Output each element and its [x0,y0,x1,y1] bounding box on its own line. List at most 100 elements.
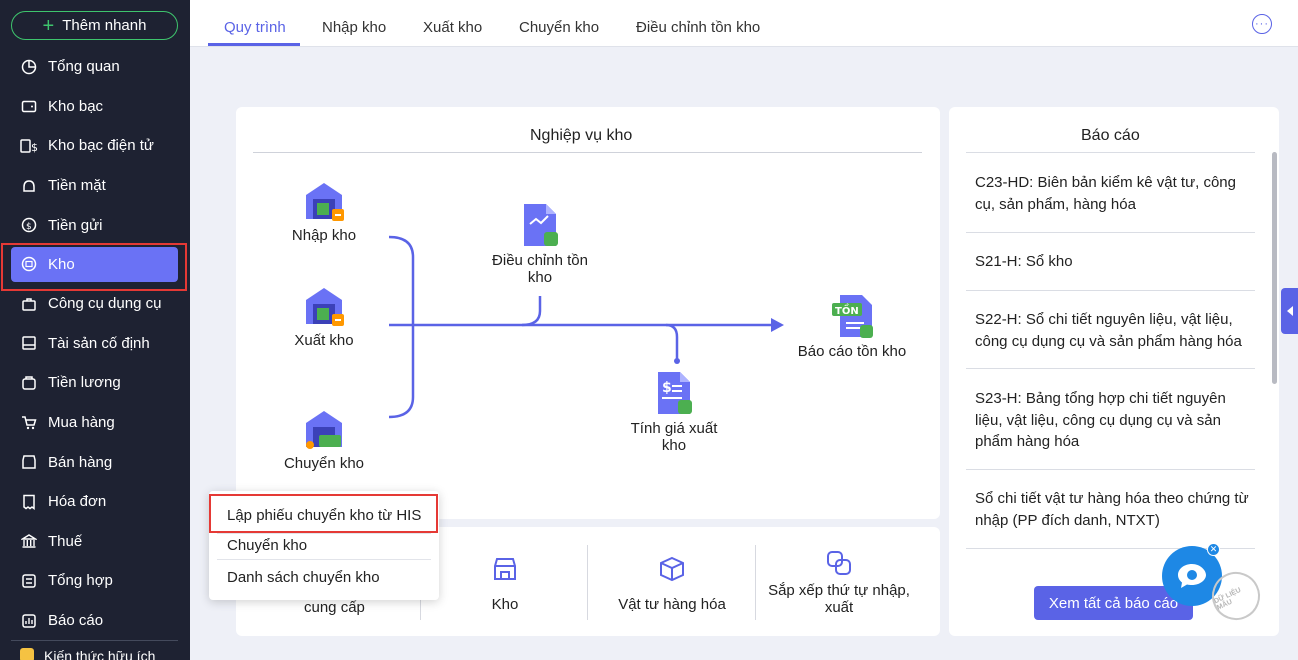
report-separator [966,368,1255,369]
warehouse-export-icon [306,288,344,326]
tab-process[interactable]: Quy trình [224,19,286,36]
node-adjust-stock[interactable]: Điều chỉnh tồn kho [485,202,595,286]
node-transfer[interactable]: Chuyển kho [280,407,368,472]
menu-separator [217,533,431,534]
report-separator [966,152,1255,153]
more-options-icon[interactable]: ··· [1252,14,1272,34]
sidebar-item-reports[interactable]: Báo cáo [0,601,190,641]
cash-icon [20,177,38,195]
invoice-icon [20,493,38,511]
asset-icon [20,334,38,352]
sidebar-item-label: Tài sản cố định [48,334,150,352]
svg-text:$: $ [662,380,672,396]
quick-add-label: Thêm nhanh [62,17,147,34]
tab-import[interactable]: Nhập kho [322,19,386,36]
svg-text:$: $ [31,141,38,154]
sidebar-item-tax[interactable]: Thuế [0,522,190,562]
shortcut-divider [587,545,588,620]
sidebar-item-knowledge[interactable]: Kiến thức hữu ích [20,648,155,660]
sidebar-item-label: Báo cáo [48,612,104,630]
report-separator [966,290,1255,291]
report-item-s23[interactable]: S23-H: Bảng tổng hợp chi tiết nguyên liệ… [975,388,1255,453]
node-label: Báo cáo tồn kho [797,343,907,360]
menu-item-transfer-list[interactable]: Danh sách chuyển kho [227,569,380,586]
tab-export[interactable]: Xuất kho [423,19,482,36]
node-export[interactable]: Xuất kho [283,284,365,349]
report-item-c23[interactable]: C23-HD: Biên bản kiểm kê vật tư, công cụ… [975,172,1255,215]
node-stock-report[interactable]: TỒN Báo cáo tồn kho [792,293,912,360]
tab-adjust-stock[interactable]: Điều chỉnh tồn kho [636,19,760,36]
sidebar-item-deposit[interactable]: $ Tiền gửi [0,205,190,245]
sidebar-item-treasury[interactable]: Kho bạc [0,87,190,127]
document-dollar-icon: $ [658,372,692,414]
menu-item-transfer[interactable]: Chuyển kho [227,537,307,554]
sidebar-item-fixed-assets[interactable]: Tài sản cố định [0,324,190,364]
node-label: Nhập kho [291,227,357,244]
shortcut-label: Vật tư hàng hóa [618,596,726,613]
node-price-calc[interactable]: $ Tính giá xuất kho [624,370,724,454]
sidebar-item-label: Kho bạc [48,97,104,115]
pie-chart-icon [20,58,38,76]
shortcut-warehouse[interactable]: Kho [470,556,540,613]
report-separator [966,469,1255,470]
coin-icon: $ [20,216,38,234]
chat-bubble-icon [1178,564,1206,588]
close-icon[interactable]: ✕ [1207,543,1220,556]
sort-order-icon [827,551,851,575]
cart-icon [20,414,38,432]
document-chart-icon [524,204,558,246]
sidebar: + Thêm nhanh Tổng quan Kho bạc $ Kho bạc… [0,0,190,660]
node-label-line-2: kho [661,437,687,454]
shortcut-sort-order[interactable]: Sắp xếp thứ tự nhập, xuất [762,550,916,616]
report-item-s22[interactable]: S22-H: Sổ chi tiết nguyên liệu, vật liệu… [975,309,1255,352]
shortcut-materials[interactable]: Vật tư hàng hóa [612,556,732,613]
sidebar-item-summary[interactable]: Tổng hợp [0,561,190,601]
tab-bar: Quy trình Nhập kho Xuất kho Chuyển kho Đ… [190,0,1298,47]
sidebar-item-invoice[interactable]: Hóa đơn [0,482,190,522]
sidebar-item-cash[interactable]: Tiền mặt [0,166,190,206]
sidebar-item-label: Công cụ dụng cụ [48,295,162,313]
wallet-icon [20,97,38,115]
shortcut-supplier-label[interactable]: cung cấp [304,599,365,616]
warehouse-transfer-icon [306,411,342,449]
svg-text:$: $ [26,222,32,232]
sidebar-item-label: Bán hàng [48,453,113,471]
bank-icon [20,532,38,550]
node-label: Xuất kho [294,332,354,349]
caret-left-icon [1286,306,1293,316]
warehouse-import-icon [306,183,344,221]
node-import[interactable]: Nhập kho [283,179,365,244]
active-tab-indicator [208,43,300,46]
tools-icon [20,295,38,313]
report-item-s21[interactable]: S21-H: Sổ kho [975,251,1255,273]
menu-item-highlight [209,494,438,533]
node-label: Chuyển kho [283,455,365,472]
sidebar-item-salary[interactable]: Tiền lương [0,363,190,403]
sidebar-divider [11,640,178,641]
report-item-material-detail[interactable]: Sổ chi tiết vật tư hàng hóa theo chứng t… [975,488,1255,531]
sidebar-item-e-treasury[interactable]: $ Kho bạc điện tử [0,126,190,166]
salary-icon [20,374,38,392]
active-item-highlight [1,243,187,291]
sidebar-item-label: Tiền lương [48,374,121,392]
report-icon [20,612,38,630]
sidebar-item-label: Kiến thức hữu ích [44,648,156,660]
node-label-line-1: Điều chỉnh tồn [492,252,588,269]
shortcut-label-line-1: Sắp xếp thứ tự nhập, [768,582,910,599]
stock-report-icon: TỒN [832,295,873,338]
reports-scrollbar[interactable] [1272,152,1277,384]
quick-add-button[interactable]: + Thêm nhanh [11,11,178,40]
side-collapse-tab[interactable] [1281,288,1298,334]
summary-icon [20,572,38,590]
sidebar-item-sales[interactable]: Bán hàng [0,442,190,482]
sidebar-item-label: Thuế [48,532,83,550]
report-separator [966,232,1255,233]
sidebar-item-overview[interactable]: Tổng quan [0,47,190,87]
shop-icon [20,453,38,471]
shortcut-label: Kho [491,596,519,613]
store-icon [494,558,516,580]
sidebar-menu: Tổng quan Kho bạc $ Kho bạc điện tử Tiền… [0,47,190,640]
sidebar-item-purchase[interactable]: Mua hàng [0,403,190,443]
sidebar-item-label: Tổng hợp [48,572,113,590]
tab-transfer[interactable]: Chuyển kho [519,19,599,36]
